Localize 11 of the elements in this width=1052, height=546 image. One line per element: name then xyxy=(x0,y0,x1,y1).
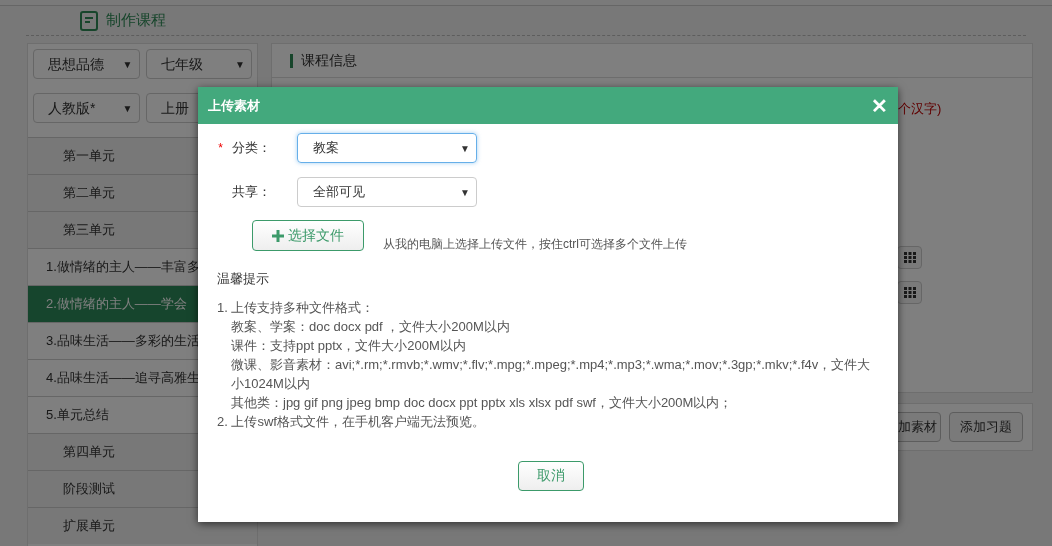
caret-icon: ▼ xyxy=(122,100,133,116)
hint-text: 个汉字) xyxy=(898,101,942,116)
caret-icon: ▼ xyxy=(460,140,470,156)
caret-icon: ▼ xyxy=(235,56,245,72)
hint-text: 从我的电脑上选择上传文件，按住ctrl可选择多个文件上传 xyxy=(383,236,687,253)
panel-title: 课程信息 xyxy=(301,51,357,70)
dialog-title: 上传素材 xyxy=(208,96,260,115)
page-title: 制作课程 xyxy=(106,10,166,31)
caret-icon: ▼ xyxy=(122,56,133,72)
required-mark: * xyxy=(218,140,223,157)
caret-icon: ▼ xyxy=(460,184,470,200)
